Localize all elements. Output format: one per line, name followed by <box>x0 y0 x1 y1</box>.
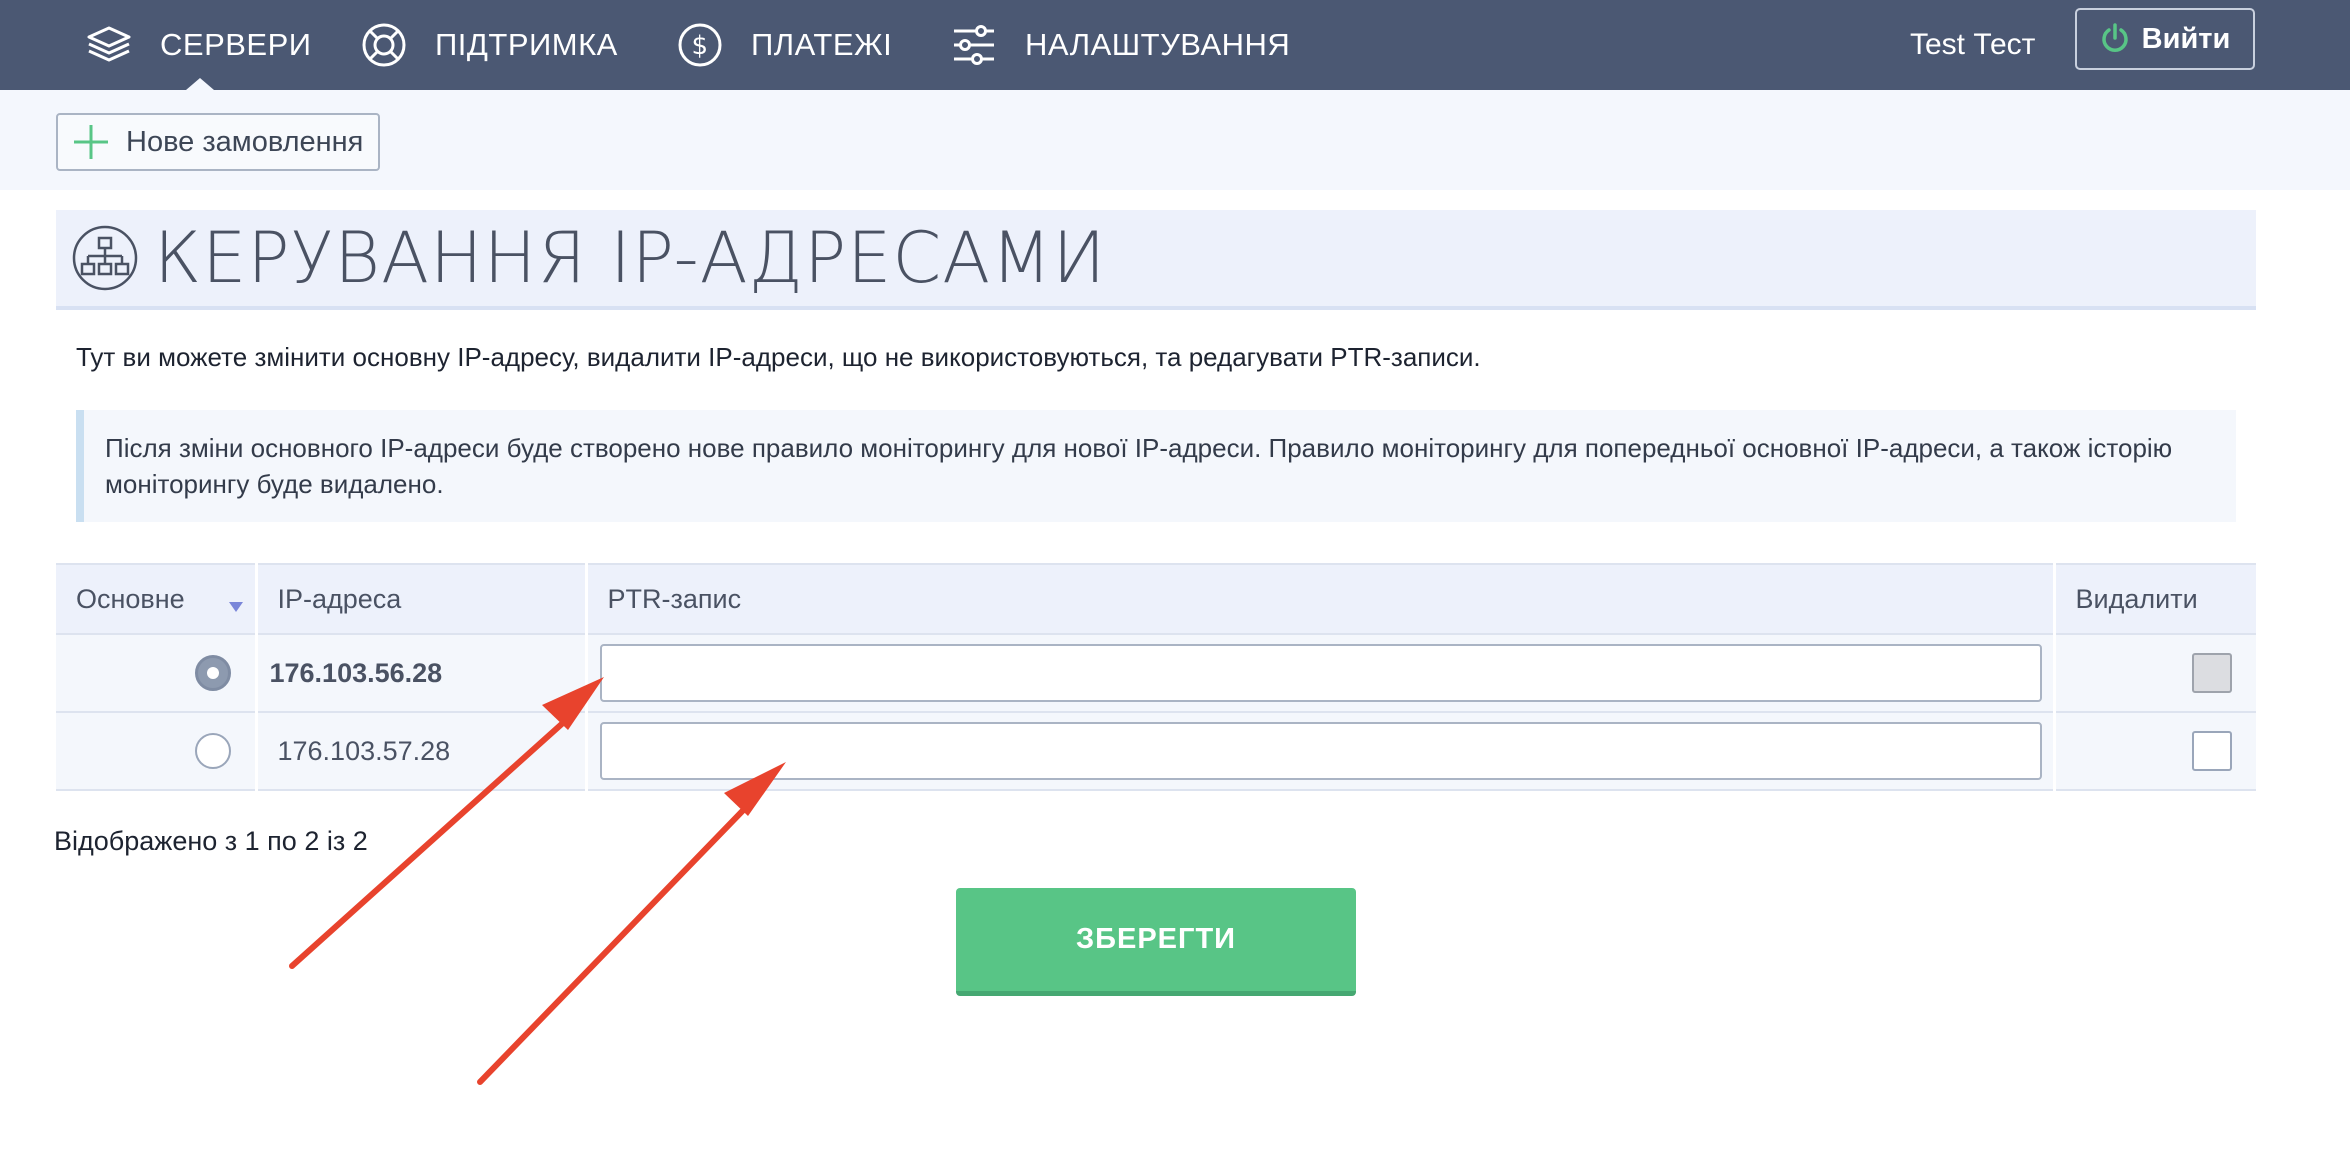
annotation-arrows <box>289 677 786 1085</box>
arrow-annotation <box>477 762 786 1085</box>
arrow-annotation <box>289 677 604 969</box>
